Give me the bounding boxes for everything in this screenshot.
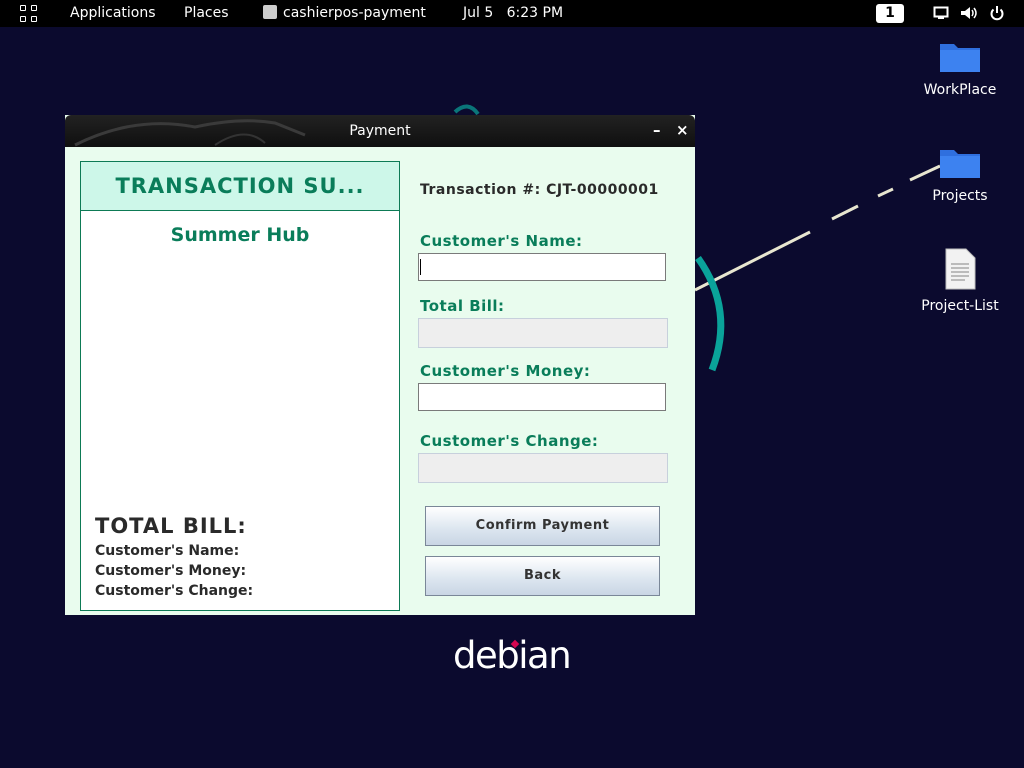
document-icon — [945, 248, 976, 290]
customer-change-label: Customer's Change: — [420, 432, 599, 450]
text-caret — [420, 259, 421, 275]
receipt-customer-name: Customer's Name: — [95, 543, 240, 559]
minimize-button[interactable]: – — [653, 121, 661, 139]
total-bill-field — [418, 318, 668, 348]
receipt-panel: TRANSACTION SU... Summer Hub TOTAL BILL:… — [80, 161, 400, 611]
window-titlebar[interactable]: Payment – × — [65, 115, 695, 147]
customer-name-input[interactable] — [418, 253, 666, 281]
receipt-header: TRANSACTION SU... — [81, 162, 399, 211]
confirm-payment-button[interactable]: Confirm Payment — [425, 506, 660, 546]
customer-name-label: Customer's Name: — [420, 232, 583, 250]
receipt-customer-money: Customer's Money: — [95, 563, 247, 579]
transaction-number: Transaction #: CJT-00000001 — [420, 182, 659, 198]
window-title: Payment — [349, 123, 411, 139]
customer-money-input[interactable] — [418, 383, 666, 411]
customer-change-field — [418, 453, 668, 483]
desktop-icon-label: Project-List — [921, 298, 999, 314]
debian-logo: debian — [453, 634, 572, 677]
folder-icon — [940, 150, 980, 178]
desktop-icon-workplace[interactable]: WorkPlace — [915, 40, 1005, 98]
desktop-icon-label: WorkPlace — [923, 82, 997, 98]
payment-window: Payment – × TRANSACTION SU... Summer Hub… — [65, 115, 695, 615]
close-button[interactable]: × — [676, 121, 689, 139]
total-bill-label: Total Bill: — [420, 297, 505, 315]
folder-icon — [940, 44, 980, 72]
back-button[interactable]: Back — [425, 556, 660, 596]
store-name: Summer Hub — [170, 224, 310, 246]
customer-money-label: Customer's Money: — [420, 362, 591, 380]
receipt-total-bill: TOTAL BILL: — [95, 514, 247, 538]
desktop-icon-label: Projects — [932, 188, 988, 204]
desktop-icon-projects[interactable]: Projects — [915, 146, 1005, 204]
desktop-icon-project-list[interactable]: Project-List — [915, 248, 1005, 314]
receipt-customer-change: Customer's Change: — [95, 583, 254, 599]
